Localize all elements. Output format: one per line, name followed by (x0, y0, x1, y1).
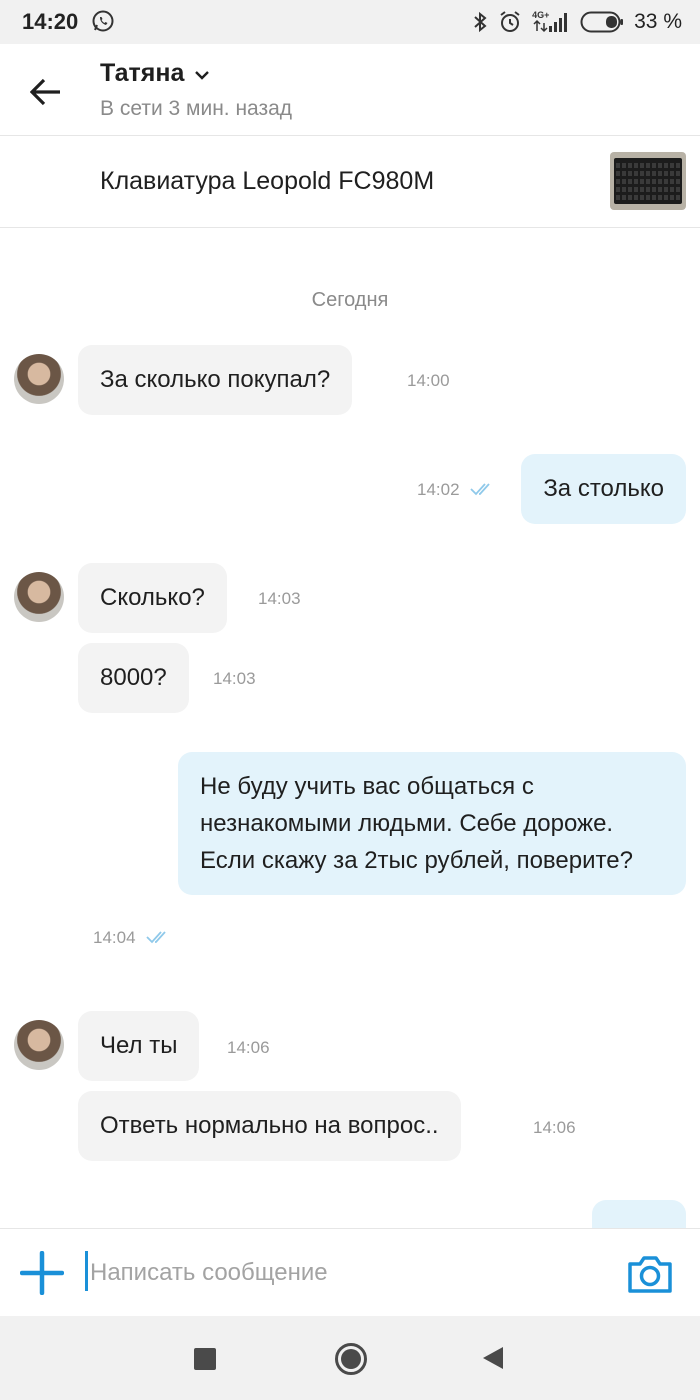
message-list[interactable]: Сегодня За сколько покупал? 14:00 14:02 … (0, 228, 700, 1228)
incoming-message[interactable]: Чел ты (78, 1011, 200, 1081)
contact-name[interactable]: Татяна (100, 59, 184, 88)
system-back-button[interactable] (481, 1345, 505, 1371)
outgoing-message[interactable]: Не буду учить вас общаться с незнакомыми… (178, 752, 686, 895)
date-separator: Сегодня (311, 289, 389, 311)
avatar[interactable] (14, 1020, 64, 1070)
contact-online-status: В сети 3 мин. назад (100, 97, 293, 120)
incoming-message[interactable]: 8000? (78, 643, 189, 713)
battery-percent: 33 % (634, 10, 682, 33)
message-time: 14:06 (533, 1118, 576, 1137)
incoming-message[interactable]: За сколько покупал? (78, 345, 353, 415)
message-time: 14:03 (258, 589, 301, 608)
add-attachment-button[interactable] (20, 1251, 64, 1295)
message-time: 14:00 (407, 371, 450, 390)
status-indicators: 4G+ 33 % (472, 8, 682, 36)
incoming-message[interactable]: Сколько? (78, 563, 227, 633)
listing-banner[interactable]: Клавиатура Leopold FC980M (0, 136, 700, 228)
listing-thumbnail[interactable] (610, 152, 686, 210)
status-time: 14:20 (22, 9, 79, 34)
read-ticks-icon (470, 483, 490, 496)
system-nav-bar (0, 1316, 700, 1400)
text-cursor (85, 1251, 88, 1291)
message-time: 14:04 (93, 928, 136, 947)
avatar[interactable] (14, 354, 64, 404)
avatar[interactable] (14, 572, 64, 622)
arrow-left-icon (30, 78, 60, 106)
recent-apps-button[interactable] (194, 1348, 216, 1370)
home-button[interactable] (334, 1342, 368, 1376)
listing-title[interactable]: Клавиатура Leopold FC980M (100, 167, 434, 196)
outgoing-message[interactable]: За столько (521, 454, 686, 524)
signal-icon: 4G+ (532, 10, 570, 34)
chat-header: Татяна В сети 3 мин. назад (0, 44, 700, 136)
alarm-icon (500, 11, 520, 32)
whatsapp-icon (92, 10, 114, 32)
message-time: 14:06 (227, 1038, 270, 1057)
status-bar: 14:20 4G+ 33 % (0, 0, 700, 44)
battery-icon (580, 11, 624, 33)
camera-icon[interactable] (626, 1253, 674, 1295)
outgoing-message[interactable] (592, 1200, 686, 1228)
read-ticks-icon (146, 931, 166, 944)
message-composer (0, 1228, 700, 1316)
chevron-down-icon[interactable] (193, 66, 211, 84)
message-time: 14:02 (417, 480, 460, 499)
incoming-message[interactable]: Ответь нормально на вопрос.. (78, 1091, 461, 1161)
message-input[interactable] (90, 1253, 590, 1293)
bluetooth-icon (474, 11, 487, 33)
message-time: 14:03 (213, 669, 256, 688)
back-button[interactable] (24, 70, 68, 114)
